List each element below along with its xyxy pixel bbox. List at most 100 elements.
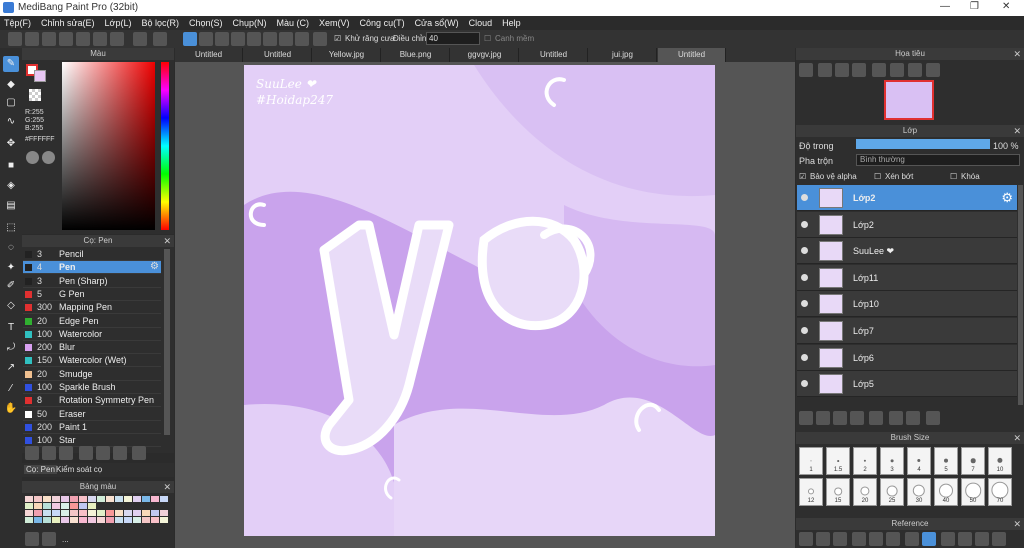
palette-swatch[interactable]: [34, 503, 42, 509]
palette-swatch[interactable]: [160, 510, 168, 516]
rotate-right-icon[interactable]: [890, 63, 904, 77]
brush-item[interactable]: 100 Sparkle Brush: [23, 381, 161, 394]
reset-rotation-icon[interactable]: [908, 63, 922, 77]
doc-tab-7[interactable]: jui.jpg: [589, 48, 657, 62]
close-icon[interactable]: ✕: [1013, 48, 1021, 60]
layer-visibility-icon[interactable]: [801, 220, 808, 228]
close-icon[interactable]: ✕: [163, 235, 171, 247]
palette-swatch[interactable]: [151, 496, 159, 502]
palette-swatch[interactable]: [34, 510, 42, 516]
cloud-save-icon[interactable]: [8, 32, 22, 46]
hand-tool-icon[interactable]: ✋: [3, 401, 19, 417]
settings-icon[interactable]: [313, 32, 327, 46]
brush-item[interactable]: 100 Watercolor: [23, 327, 161, 341]
brush-item[interactable]: 50 Eraser: [23, 407, 161, 421]
menu-filter[interactable]: Bộ lọc(R): [141, 16, 179, 30]
doc-tab-8[interactable]: Untitled: [658, 48, 726, 62]
doc-tab-3[interactable]: Yellow.jpg: [313, 48, 381, 62]
snap-circle-icon[interactable]: [263, 32, 277, 46]
background-color-swatch[interactable]: [34, 70, 46, 82]
layer-visibility-icon[interactable]: [801, 273, 808, 281]
tab-brush[interactable]: Cọ: Pen: [24, 465, 57, 474]
menu-window[interactable]: Cửa sổ(W): [415, 16, 459, 30]
layer-duplicate-icon[interactable]: [889, 411, 903, 425]
antialias-checkbox[interactable]: ☑: [334, 34, 341, 43]
palette-swatch[interactable]: [97, 510, 105, 516]
palette-swatch[interactable]: [43, 503, 51, 509]
brush-size-option[interactable]: 20: [853, 478, 877, 506]
palette-swatch[interactable]: [151, 517, 159, 523]
brush-item[interactable]: 150 Watercolor (Wet): [23, 354, 161, 368]
curve-tool-icon[interactable]: ∿: [3, 114, 19, 130]
menu-color[interactable]: Màu (C): [277, 16, 310, 30]
brush-item[interactable]: 200 Paint 1: [23, 420, 161, 434]
palette-swatch[interactable]: [160, 517, 168, 523]
brush-scrollbar[interactable]: [164, 249, 170, 435]
menu-tools[interactable]: Công cụ(T): [360, 16, 405, 30]
menu-edit[interactable]: Chỉnh sửa(E): [41, 16, 95, 30]
snap-parallel-icon[interactable]: [199, 32, 213, 46]
palette-swatch[interactable]: [43, 517, 51, 523]
upload-icon[interactable]: [25, 32, 39, 46]
palette-swatch[interactable]: [34, 496, 42, 502]
menu-grid-icon[interactable]: [110, 32, 124, 46]
brush-new-icon[interactable]: [79, 446, 93, 460]
layer-new-8bit-icon[interactable]: [833, 411, 847, 425]
ref-close-icon[interactable]: [833, 532, 847, 546]
palette-swatch[interactable]: [106, 517, 114, 523]
ref-eyedropper-icon[interactable]: [905, 532, 919, 546]
eyedropper-icon[interactable]: ⁄: [3, 381, 19, 397]
brush-size-option[interactable]: 30: [907, 478, 931, 506]
brush-dropdown-icon[interactable]: [59, 446, 73, 460]
doc-tab-1[interactable]: Untitled: [175, 48, 243, 62]
transparent-color-swatch[interactable]: [29, 89, 41, 101]
palette-swatch[interactable]: [97, 517, 105, 523]
layer-row[interactable]: Lớp2 ⚙: [797, 185, 1017, 211]
hue-slider[interactable]: [161, 62, 169, 230]
color-picker-icon[interactable]: [42, 151, 55, 164]
palette-swatch[interactable]: [142, 510, 150, 516]
snap-radial-icon[interactable]: [247, 32, 261, 46]
doc-tab-6[interactable]: Untitled: [520, 48, 588, 62]
fit-icon[interactable]: [835, 63, 849, 77]
chat-icon[interactable]: [42, 32, 56, 46]
snap-curve-icon[interactable]: [279, 32, 293, 46]
menu-file[interactable]: Tệp(F): [4, 16, 31, 30]
ref-hand-icon[interactable]: [922, 532, 936, 546]
brush-item[interactable]: 300 Mapping Pen: [23, 301, 161, 315]
palette-swatch[interactable]: [88, 496, 96, 502]
opacity-slider[interactable]: [856, 139, 990, 149]
palette-swatch[interactable]: [34, 517, 42, 523]
brush-size-option[interactable]: 12: [799, 478, 823, 506]
menu-layer[interactable]: Lớp(L): [105, 16, 132, 30]
doc-tab-2[interactable]: Untitled: [244, 48, 312, 62]
canvas-hscrollbar[interactable]: [405, 540, 555, 546]
tab-brush-control[interactable]: Kiểm soát cọ: [56, 465, 102, 474]
palette-swatch[interactable]: [43, 510, 51, 516]
zoom-out-icon[interactable]: [818, 63, 832, 77]
grid-icon[interactable]: [93, 32, 107, 46]
brush-item[interactable]: 8 Rotation Symmetry Pen: [23, 394, 161, 408]
layer-row[interactable]: Lớp10: [797, 291, 1017, 318]
palette-swatch[interactable]: [70, 510, 78, 516]
palette-swatch[interactable]: [70, 496, 78, 502]
palette-swatch[interactable]: [25, 496, 33, 502]
palette-swatch[interactable]: [142, 496, 150, 502]
brush-size-option[interactable]: 40: [934, 478, 958, 506]
layer-row[interactable]: Lớp7: [797, 318, 1017, 344]
palette-swatch[interactable]: [79, 503, 87, 509]
palette-swatch[interactable]: [61, 510, 69, 516]
brush-size-option[interactable]: 7: [961, 447, 985, 475]
palette-swatch[interactable]: [115, 496, 123, 502]
brush-item[interactable]: 5 G Pen: [23, 287, 161, 301]
palette-swatch[interactable]: [25, 510, 33, 516]
doc-tab-5[interactable]: ggvgv.jpg: [451, 48, 519, 62]
ref-actual-icon[interactable]: [886, 532, 900, 546]
clipping-checkbox[interactable]: ☐: [874, 172, 881, 181]
operation-tool-icon[interactable]: ↗: [3, 360, 19, 376]
color-wheel-icon[interactable]: [26, 151, 39, 164]
brush-item[interactable]: 20 Smudge: [23, 367, 161, 381]
brush-size-option[interactable]: 3: [880, 447, 904, 475]
lasso-tool-icon[interactable]: ◌: [3, 240, 19, 256]
layer-visibility-icon[interactable]: [801, 353, 808, 361]
